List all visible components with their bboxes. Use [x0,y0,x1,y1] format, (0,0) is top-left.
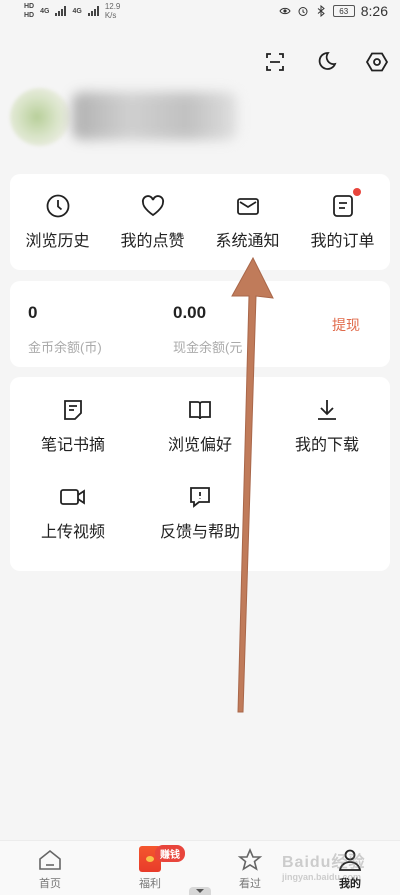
browse-preferences-label: 浏览偏好 [167,437,232,454]
nav-watched-label: 看过 [239,878,261,890]
drag-handle[interactable] [189,887,211,895]
home-icon [39,849,61,870]
signal-icon-2 [87,6,99,16]
upload-video-label: 上传视频 [40,524,105,541]
chevron-down-icon [196,889,204,893]
note-icon [64,400,82,420]
my-orders-label: 我的订单 [310,233,375,250]
status-right: 63 8:26 [279,3,388,19]
system-notifications-item[interactable]: 系统通知 [200,174,295,270]
coins-balance[interactable]: 0 金币余额(币) [28,303,102,356]
my-likes-label: 我的点赞 [120,233,185,250]
username-blurred[interactable] [72,92,237,140]
earn-badge: 赚钱 [155,845,185,862]
notes-label: 笔记书摘 [40,437,105,454]
cash-balance[interactable]: 0.00 现金余额(元 [173,303,242,356]
quick-actions-card: 浏览历史 我的点赞 系统通知 我的订单 [10,174,390,270]
speed-value: 12.9 [104,2,121,11]
eye-icon [279,7,291,15]
battery-indicator: 63 [332,5,355,17]
heart-icon [141,195,164,217]
status-bar: HD HD 4G 4G 12.9 K/s 63 8:26 [0,0,400,22]
moon-icon [318,52,337,70]
my-downloads-item[interactable]: 我的下载 [264,397,390,455]
star-icon [237,848,263,871]
speed-unit: K/s [104,11,117,20]
nav-home-label: 首页 [39,878,61,890]
avatar[interactable] [10,88,70,146]
signal-icon [55,6,67,16]
notes-item[interactable]: 笔记书摘 [10,397,136,455]
tools-card: 笔记书摘 浏览偏好 我的下载 上传视频 反馈与帮助 [10,377,390,571]
feedback-help-item[interactable]: 反馈与帮助 [137,484,263,542]
network-labels: HD HD [24,2,34,20]
order-icon [332,195,353,217]
coins-value: 0 [28,303,38,322]
wallet-card: 0 金币余额(币) 0.00 现金余额(元 提现 [10,281,390,367]
system-notifications-label: 系统通知 [215,233,280,250]
network-type-1: 4G [40,7,50,15]
nav-mine[interactable]: 我的 [300,841,400,895]
bluetooth-icon [317,5,325,17]
book-icon [189,401,211,420]
nav-welfare[interactable]: 赚钱 福利 [100,841,200,895]
nav-home[interactable]: 首页 [0,841,100,895]
alarm-icon [298,7,308,16]
coins-label: 金币余额(币) [28,340,102,355]
network-type-2: 4G [72,7,82,15]
notification-dot [353,188,361,196]
feedback-icon [190,487,210,508]
my-likes-item[interactable]: 我的点赞 [105,174,200,270]
mail-icon [236,198,259,215]
nav-watched[interactable]: 看过 [200,841,300,895]
user-icon [338,849,362,871]
video-icon [60,489,85,505]
network-label-2: HD [24,12,35,19]
withdraw-button[interactable]: 提现 [332,315,360,335]
browse-history-item[interactable]: 浏览历史 [10,174,105,270]
nav-mine-label: 我的 [339,878,361,890]
clock-icon [46,194,69,218]
network-label-1: HD [24,3,35,10]
scan-button[interactable] [260,47,290,77]
settings-icon [365,52,389,72]
my-downloads-label: 我的下载 [294,437,359,454]
status-left: HD HD 4G 4G 12.9 K/s [24,2,120,20]
cash-value: 0.00 [173,303,207,322]
scan-icon [266,53,284,71]
download-icon [318,400,336,420]
settings-button[interactable] [362,47,392,77]
night-mode-button[interactable] [311,47,341,77]
upload-video-item[interactable]: 上传视频 [10,484,136,542]
browse-history-label: 浏览历史 [25,233,90,250]
feedback-help-label: 反馈与帮助 [159,524,240,541]
cash-label: 现金余额(元 [173,340,243,355]
browse-preferences-item[interactable]: 浏览偏好 [137,397,263,455]
my-orders-item[interactable]: 我的订单 [295,174,390,270]
nav-welfare-label: 福利 [139,878,161,890]
network-speed: 12.9 K/s [105,2,121,20]
clock-time: 8:26 [360,3,388,19]
